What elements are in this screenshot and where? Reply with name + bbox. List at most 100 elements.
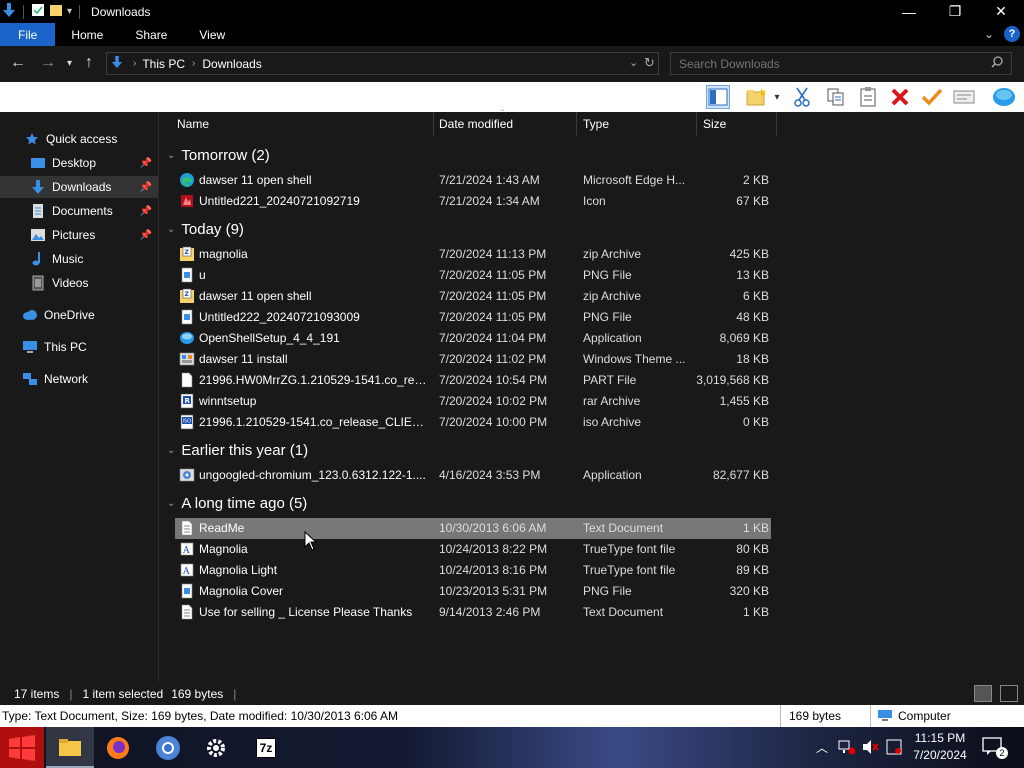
settings-taskbar-icon[interactable]	[192, 727, 240, 768]
tab-share[interactable]: Share	[119, 23, 183, 46]
7zip-taskbar-icon[interactable]: 7z	[242, 727, 290, 768]
network-tray-icon[interactable]	[838, 739, 856, 758]
pin-icon[interactable]: 📌	[140, 158, 152, 169]
group-header-a-long-time-ago-5[interactable]: ⌄ A long time ago (5)	[167, 492, 307, 514]
file-row[interactable]: Use for selling _ License Please Thanks 9…	[175, 602, 771, 623]
new-folder-icon[interactable]	[49, 3, 63, 20]
nav-item-onedrive[interactable]: OneDrive	[22, 304, 158, 326]
show-hidden-icons-icon[interactable]: ︿	[816, 739, 828, 756]
search-input[interactable]	[679, 56, 979, 71]
properties-toolbar-icon[interactable]	[952, 85, 976, 109]
cut-icon[interactable]	[790, 85, 814, 109]
large-icons-view-icon[interactable]	[1000, 685, 1018, 702]
preview-pane-icon[interactable]	[706, 85, 730, 109]
firefox-taskbar-icon[interactable]	[94, 727, 142, 768]
chromium-taskbar-icon[interactable]	[144, 727, 192, 768]
group-header-today-9[interactable]: ⌄ Today (9)	[167, 218, 244, 240]
pin-icon[interactable]: 📌	[140, 206, 152, 217]
breadcrumb-downloads[interactable]: Downloads	[202, 57, 261, 71]
nav-item-this-pc[interactable]: This PC	[22, 336, 158, 358]
chevron-down-icon[interactable]: ⌄	[167, 224, 175, 235]
chevron-down-icon[interactable]: ⌄	[167, 498, 175, 509]
clock-time[interactable]: 11:15 PM	[908, 731, 972, 745]
svg-text:ISO: ISO	[183, 419, 192, 425]
column-header-size[interactable]: Size	[697, 112, 777, 136]
file-row[interactable]: ReadMe 10/30/2013 6:06 AM Text Document 1 K…	[175, 518, 771, 539]
file-row[interactable]: 21996.HW0MrrZG.1.210529-1541.co_relea...…	[175, 370, 771, 391]
nav-item-network[interactable]: Network	[22, 368, 158, 390]
forward-arrow-icon[interactable]: →	[40, 54, 56, 72]
file-row[interactable]: A Magnolia Light 10/24/2013 8:16 PM TrueTyp…	[175, 560, 771, 581]
chevron-down-icon[interactable]: ▾	[770, 85, 784, 109]
new-folder-toolbar-icon[interactable]	[744, 85, 768, 109]
volume-muted-icon[interactable]	[862, 739, 880, 758]
file-row[interactable]: OpenShellSetup_4_4_191 7/20/2024 11:04 PM…	[175, 328, 771, 349]
nav-item-documents[interactable]: Documents 📌	[30, 200, 158, 222]
file-size: 2 KB	[742, 173, 769, 187]
tab-view[interactable]: View	[183, 23, 241, 46]
clock-date[interactable]: 7/20/2024	[908, 748, 972, 762]
breadcrumb-this-pc[interactable]: This PC	[142, 57, 185, 71]
properties-icon[interactable]	[31, 3, 45, 20]
file-row[interactable]: Zmagnolia 7/20/2024 11:13 PM zip Archive 42…	[175, 244, 771, 265]
file-size: 425 KB	[729, 247, 769, 261]
file-row[interactable]: ungoogled-chromium_123.0.6312.122-1.... 4…	[175, 465, 771, 486]
pin-icon[interactable]: 📌	[140, 230, 152, 241]
pin-icon[interactable]: 📌	[140, 182, 152, 193]
expand-ribbon-icon[interactable]: ⌄	[984, 27, 994, 41]
tab-home[interactable]: Home	[55, 23, 119, 46]
copy-icon[interactable]	[824, 85, 848, 109]
file-row[interactable]: Zdawser 11 open shell 7/20/2024 11:05 PM z…	[175, 286, 771, 307]
group-header-earlier-this-year-1[interactable]: ⌄ Earlier this year (1)	[167, 439, 308, 461]
nav-item-desktop[interactable]: Desktop 📌	[30, 152, 158, 174]
file-row[interactable]: dawser 11 install 7/20/2024 11:02 PM Windo…	[175, 349, 771, 370]
file-row[interactable]: Untitled221_20240721092719 7/21/2024 1:34…	[175, 191, 771, 212]
file-row[interactable]: Untitled222_20240721093009 7/20/2024 11:0…	[175, 307, 771, 328]
nav-item-music[interactable]: Music	[30, 248, 158, 270]
column-header-name[interactable]: Name	[171, 112, 434, 136]
minimize-button[interactable]: —	[886, 0, 932, 23]
open-shell-icon[interactable]	[992, 85, 1016, 109]
status-bytes: 169 bytes	[171, 686, 224, 701]
refresh-icon[interactable]: ↻	[644, 55, 655, 71]
search-icon[interactable]	[991, 56, 1003, 71]
checkmark-icon[interactable]	[920, 85, 944, 109]
nav-item-downloads[interactable]: Downloads 📌	[0, 176, 158, 198]
start-button[interactable]	[0, 727, 44, 768]
nav-item-quick-access[interactable]: Quick access	[24, 128, 158, 150]
tab-file[interactable]: File	[0, 23, 56, 46]
file-row[interactable]: u 7/20/2024 11:05 PM PNG File 13 KB	[175, 265, 771, 286]
details-view-icon[interactable]	[974, 685, 992, 702]
delete-icon[interactable]	[888, 85, 912, 109]
search-box[interactable]	[670, 52, 1012, 75]
recent-locations-icon[interactable]: ▾	[67, 58, 72, 69]
window-title: Downloads	[91, 4, 151, 19]
file-row[interactable]: Magnolia Cover 10/23/2013 5:31 PM PNG File…	[175, 581, 771, 602]
chevron-down-icon[interactable]: ⌄	[167, 150, 175, 161]
close-button[interactable]: ✕	[978, 0, 1024, 23]
chevron-down-icon[interactable]: ⌄	[167, 445, 175, 456]
customize-quick-access-icon[interactable]: ▾	[67, 6, 72, 17]
group-header-tomorrow-2[interactable]: ⌄ Tomorrow (2)	[167, 144, 270, 166]
file-row[interactable]: A Magnolia 10/24/2013 8:22 PM TrueType font…	[175, 539, 771, 560]
address-dropdown-icon[interactable]: ⌄	[629, 56, 638, 69]
file-row[interactable]: ISO 21996.1.210529-1541.co_release_CLIENT…	[175, 412, 771, 433]
details-location: Computer	[898, 709, 951, 723]
icon-file-icon	[179, 193, 195, 209]
paste-icon[interactable]	[856, 85, 880, 109]
status-divider: |	[233, 686, 237, 701]
nav-label: Music	[52, 252, 84, 266]
file-explorer-taskbar-icon[interactable]	[46, 727, 94, 768]
shell-app-icon	[179, 330, 195, 346]
up-arrow-icon[interactable]: ↑	[85, 54, 93, 72]
nav-item-pictures[interactable]: Pictures 📌	[30, 224, 158, 246]
file-row[interactable]: Rwinntsetup 7/20/2024 10:02 PM rar Archive…	[175, 391, 771, 412]
ime-tray-icon[interactable]	[886, 739, 902, 758]
help-icon[interactable]: ?	[1004, 26, 1020, 42]
back-arrow-icon[interactable]: ←	[10, 54, 26, 72]
column-header-type[interactable]: Type	[577, 112, 697, 136]
file-row[interactable]: dawser 11 open shell 7/21/2024 1:43 AM Mic…	[175, 170, 771, 191]
nav-item-videos[interactable]: Videos	[30, 272, 158, 294]
address-bar[interactable]: › This PC › Downloads ⌄ ↻	[106, 52, 659, 75]
maximize-button[interactable]: ❐	[932, 0, 978, 23]
